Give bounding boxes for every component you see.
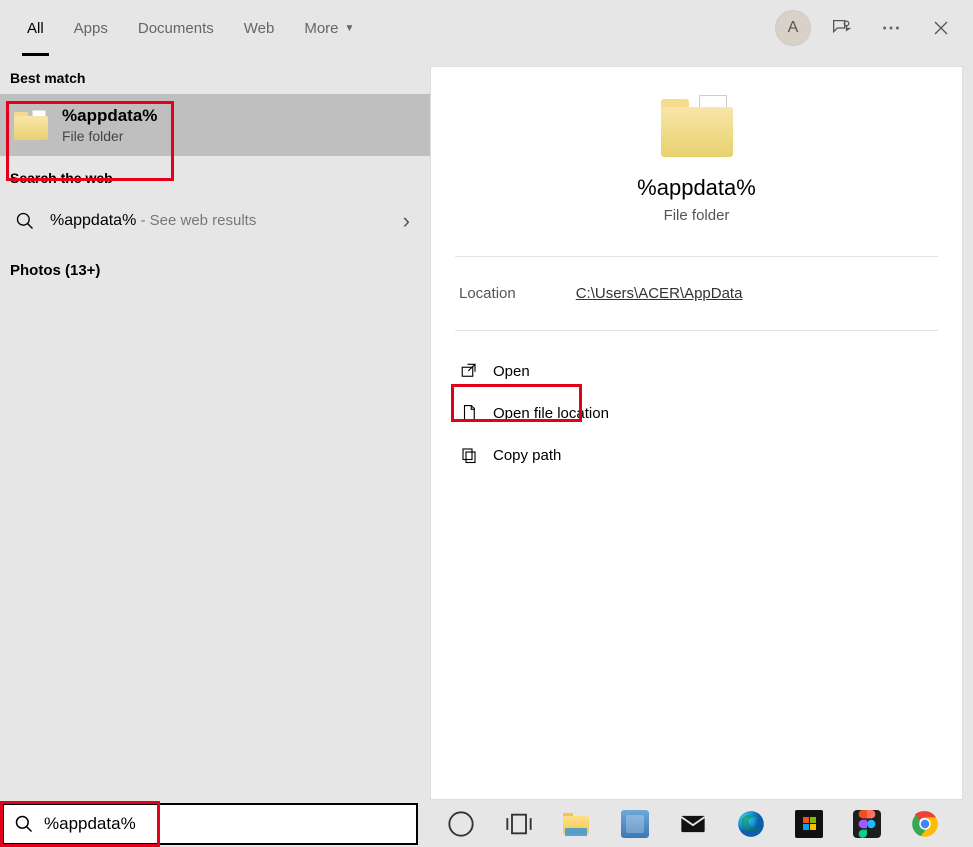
tab-apps[interactable]: Apps <box>59 0 123 56</box>
chevron-down-icon: ▼ <box>345 23 355 34</box>
close-button[interactable] <box>921 8 961 48</box>
preview-title: %appdata% <box>637 175 756 201</box>
location-label: Location <box>459 285 516 302</box>
best-match-subtitle: File folder <box>62 128 157 144</box>
tab-web[interactable]: Web <box>229 0 290 56</box>
user-avatar[interactable]: A <box>775 10 811 46</box>
divider <box>455 330 938 331</box>
tab-documents-label: Documents <box>138 20 214 37</box>
preview-pane: %appdata% File folder Location C:\Users\… <box>430 66 963 800</box>
tab-web-label: Web <box>244 20 275 37</box>
best-match-header: Best match <box>0 56 430 94</box>
search-icon <box>14 814 34 834</box>
word-icon[interactable] <box>606 800 664 847</box>
taskbar-pinned-apps <box>432 800 954 847</box>
copy-path-action[interactable]: Copy path <box>451 435 942 475</box>
top-tabs-bar: All Apps Documents Web More ▼ A <box>0 0 973 56</box>
file-explorer-icon[interactable] <box>548 800 606 847</box>
preview-subtitle: File folder <box>664 207 730 224</box>
taskbar-search-box[interactable] <box>2 803 418 845</box>
search-scope-tabs: All Apps Documents Web More ▼ <box>12 0 369 56</box>
copy-path-label: Copy path <box>493 447 561 464</box>
folder-icon-large <box>661 95 733 157</box>
results-pane: Best match %appdata% File folder Search … <box>0 56 430 800</box>
location-path-link[interactable]: C:\Users\ACER\AppData <box>576 285 743 302</box>
open-action[interactable]: Open <box>451 351 942 391</box>
web-search-result[interactable]: %appdata% - See web results › <box>0 194 430 248</box>
location-row: Location C:\Users\ACER\AppData <box>431 269 962 318</box>
main-split: Best match %appdata% File folder Search … <box>0 56 973 800</box>
avatar-letter: A <box>788 19 799 37</box>
folder-icon <box>14 110 48 140</box>
open-icon <box>459 361 479 381</box>
open-file-location-label: Open file location <box>493 405 609 422</box>
edge-icon[interactable] <box>722 800 780 847</box>
figma-icon[interactable] <box>838 800 896 847</box>
preview-header: %appdata% File folder <box>431 67 962 244</box>
topbar-right-controls: A <box>775 8 961 48</box>
web-result-title: %appdata% <box>50 212 136 229</box>
open-action-label: Open <box>493 363 530 380</box>
task-view-icon[interactable] <box>490 800 548 847</box>
best-match-title: %appdata% <box>62 106 157 126</box>
taskbar-search-input[interactable] <box>44 814 406 834</box>
preview-actions: Open Open file location Copy path <box>431 343 962 483</box>
chevron-right-icon: › <box>403 208 416 234</box>
copy-icon <box>459 445 479 465</box>
tab-all-label: All <box>27 20 44 37</box>
file-location-icon <box>459 403 479 423</box>
mail-icon[interactable] <box>664 800 722 847</box>
tab-more[interactable]: More ▼ <box>289 0 369 56</box>
divider <box>455 256 938 257</box>
tab-apps-label: Apps <box>74 20 108 37</box>
open-file-location-action[interactable]: Open file location <box>451 393 942 433</box>
microsoft-store-icon[interactable] <box>780 800 838 847</box>
tab-all[interactable]: All <box>12 0 59 56</box>
taskbar <box>0 800 973 847</box>
chrome-icon[interactable] <box>896 800 954 847</box>
photos-header[interactable]: Photos (13+) <box>0 248 430 293</box>
search-web-header: Search the web <box>0 156 430 194</box>
feedback-icon[interactable] <box>821 8 861 48</box>
best-match-text: %appdata% File folder <box>62 106 157 144</box>
best-match-result[interactable]: %appdata% File folder <box>0 94 430 156</box>
tab-documents[interactable]: Documents <box>123 0 229 56</box>
cortana-icon[interactable] <box>432 800 490 847</box>
more-options-icon[interactable] <box>871 8 911 48</box>
tab-more-label: More <box>304 20 338 37</box>
search-icon <box>14 210 36 232</box>
web-result-subtitle: - See web results <box>136 212 256 229</box>
